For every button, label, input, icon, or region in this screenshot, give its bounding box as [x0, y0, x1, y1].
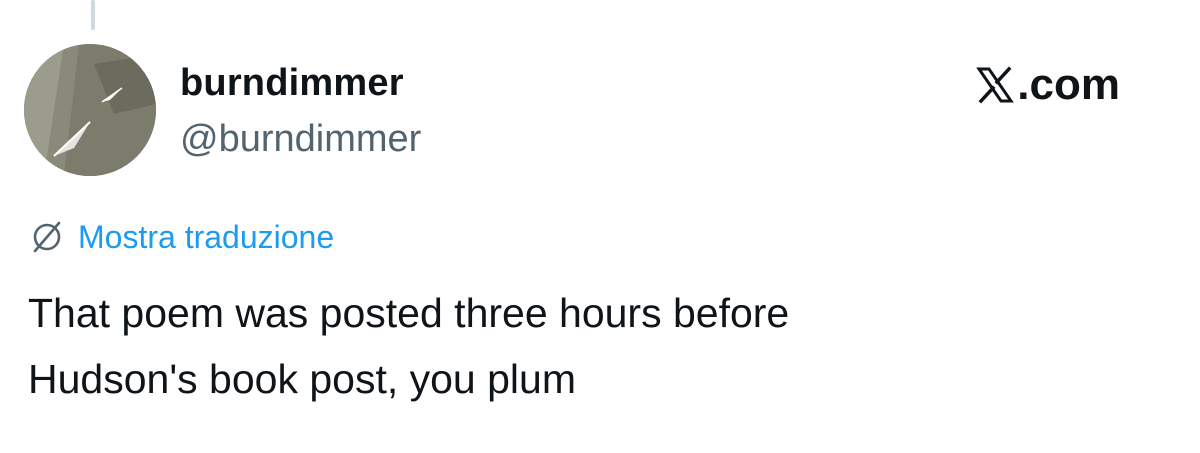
- tweet-text-line: Hudson's book post, you plum: [28, 356, 576, 402]
- user-handle[interactable]: @burndimmer: [180, 118, 421, 161]
- brand-watermark: .com: [975, 60, 1120, 110]
- tweet-body: That poem was posted three hours before …: [28, 280, 1168, 412]
- display-name[interactable]: burndimmer: [180, 62, 404, 105]
- show-translation-button[interactable]: Mostra traduzione: [28, 218, 334, 256]
- show-translation-label[interactable]: Mostra traduzione: [78, 219, 334, 256]
- thread-connector-line: [91, 0, 95, 30]
- avatar[interactable]: [24, 44, 156, 176]
- tweet-text-line: That poem was posted three hours before: [28, 290, 790, 336]
- paper-plane-photo-icon: [24, 44, 156, 176]
- brand-domain-text: .com: [1017, 60, 1120, 109]
- globe-icon: [33, 221, 61, 253]
- x-logo-icon: [976, 66, 1015, 104]
